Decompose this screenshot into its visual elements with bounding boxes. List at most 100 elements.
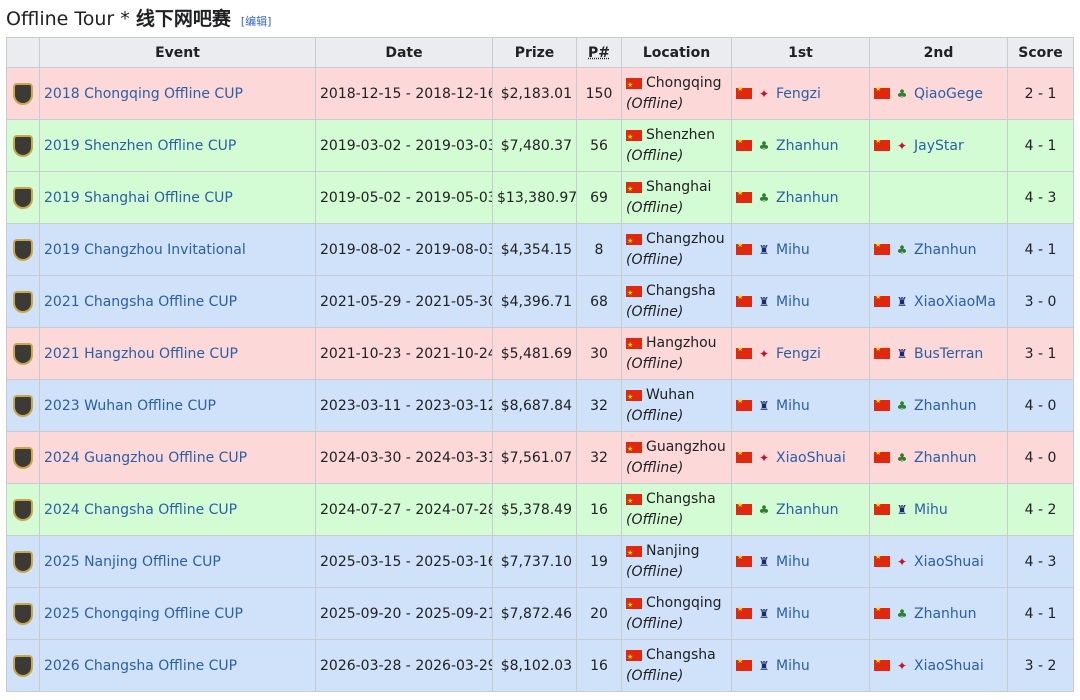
player-name-link[interactable]: Zhanhun [914, 242, 977, 258]
event-type: (Offline) [626, 251, 684, 268]
header-date[interactable]: Date [315, 37, 493, 68]
player-name-link[interactable]: XiaoShuai [914, 554, 984, 570]
prize-cell: $7,561.07 [492, 431, 577, 484]
tournament-logo-icon[interactable] [13, 82, 33, 105]
event-link[interactable]: 2021 Changsha Offline CUP [39, 275, 316, 328]
event-link[interactable]: 2019 Shanghai Offline CUP [39, 171, 316, 224]
tournament-logo-icon[interactable] [13, 602, 33, 625]
first-place-cell: ♜ Mihu [731, 587, 870, 640]
event-type: (Offline) [626, 459, 684, 476]
table-row: 2019 Shanghai Offline CUP 2019-05-02 - 20… [6, 171, 1074, 224]
tournament-logo-icon[interactable] [13, 342, 33, 365]
china-flag-icon [626, 231, 642, 252]
prize-cell: $5,378.49 [492, 483, 577, 536]
players-cell: 56 [576, 119, 622, 172]
player-name-link[interactable]: Mihu [776, 606, 810, 622]
zerg-race-icon: ✦ [896, 658, 908, 673]
tournament-logo-icon[interactable] [13, 550, 33, 573]
china-flag-icon [626, 335, 642, 356]
date-cell: 2019-03-02 - 2019-03-03 [315, 119, 493, 172]
terran-race-icon: ♜ [758, 294, 770, 309]
terran-race-icon: ♜ [896, 346, 908, 361]
second-place-cell: ✦ XiaoShuai [869, 535, 1008, 588]
header-players[interactable]: P# [576, 37, 622, 68]
prize-cell: $7,737.10 [492, 535, 577, 588]
player-name-link[interactable]: BusTerran [914, 346, 983, 362]
event-link[interactable]: 2019 Changzhou Invitational [39, 223, 316, 276]
player-cell: ♜ Mihu [736, 605, 865, 622]
player-name-link[interactable]: Mihu [776, 294, 810, 310]
header-second[interactable]: 2nd [869, 37, 1008, 68]
city-name: Nanjing [646, 542, 700, 559]
event-link[interactable]: 2019 Shenzhen Offline CUP [39, 119, 316, 172]
header-event[interactable]: Event [39, 37, 316, 68]
section-title-cjk: 线下网吧赛 [135, 8, 231, 30]
player-name-link[interactable]: Zhanhun [914, 450, 977, 466]
player-cell: ✦ XiaoShuai [736, 449, 865, 466]
tournament-logo-icon[interactable] [13, 394, 33, 417]
player-name-link[interactable]: XiaoShuai [914, 658, 984, 674]
tournament-logo-icon[interactable] [13, 654, 33, 677]
event-type: (Offline) [626, 303, 684, 320]
terran-race-icon: ♜ [896, 294, 908, 309]
tournament-logo-icon[interactable] [13, 498, 33, 521]
event-link[interactable]: 2023 Wuhan Offline CUP [39, 379, 316, 432]
tournament-logo-cell [6, 67, 40, 120]
player-name-link[interactable]: QiaoGege [914, 86, 983, 102]
player-name-link[interactable]: Mihu [776, 242, 810, 258]
player-name-link[interactable]: Fengzi [776, 86, 821, 102]
event-link[interactable]: 2024 Guangzhou Offline CUP [39, 431, 316, 484]
header-prize[interactable]: Prize [492, 37, 577, 68]
section-heading: Offline Tour * 线下网吧赛 [编辑] [6, 4, 271, 30]
player-cell: ♜ Mihu [736, 293, 865, 310]
event-link[interactable]: 2018 Chongqing Offline CUP [39, 67, 316, 120]
player-name-link[interactable]: Mihu [776, 658, 810, 674]
player-name-link[interactable]: Mihu [776, 554, 810, 570]
tournament-logo-icon[interactable] [13, 446, 33, 469]
china-flag-icon [874, 137, 890, 151]
date-cell: 2021-10-23 - 2021-10-24 [315, 327, 493, 380]
event-link[interactable]: 2025 Nanjing Offline CUP [39, 535, 316, 588]
player-name-link[interactable]: JayStar [914, 138, 964, 154]
date-cell: 2021-05-29 - 2021-05-30 [315, 275, 493, 328]
tournament-logo-icon[interactable] [13, 238, 33, 261]
tournament-logo-icon[interactable] [13, 134, 33, 157]
header-score[interactable]: Score [1007, 37, 1074, 68]
protoss-race-icon: ♣ [758, 138, 770, 153]
china-flag-icon [736, 553, 752, 567]
table-row: 2018 Chongqing Offline CUP 2018-12-15 - 2… [6, 67, 1074, 120]
china-flag-icon [626, 439, 642, 460]
player-name-link[interactable]: Zhanhun [776, 138, 839, 154]
header-location[interactable]: Location [621, 37, 732, 68]
prize-cell: $4,354.15 [492, 223, 577, 276]
china-flag-icon [736, 293, 752, 307]
tournament-logo-icon[interactable] [13, 186, 33, 209]
player-name-link[interactable]: XiaoXiaoMa [914, 294, 996, 310]
player-cell: ♣ QiaoGege [874, 85, 1003, 102]
china-flag-icon [736, 189, 752, 203]
zerg-race-icon: ✦ [896, 138, 908, 153]
prize-cell: $4,396.71 [492, 275, 577, 328]
table-row: 2023 Wuhan Offline CUP 2023-03-11 - 2023-… [6, 379, 1074, 432]
players-cell: 30 [576, 327, 622, 380]
player-name-link[interactable]: Mihu [776, 398, 810, 414]
player-name-link[interactable]: Zhanhun [776, 502, 839, 518]
edit-link[interactable]: [编辑] [241, 13, 272, 29]
event-link[interactable]: 2026 Changsha Offline CUP [39, 639, 316, 692]
location-cell: Shenzhen (Offline) [621, 119, 732, 172]
header-first[interactable]: 1st [731, 37, 870, 68]
player-cell: ♣ Zhanhun [874, 397, 1003, 414]
date-cell: 2019-05-02 - 2019-05-03 [315, 171, 493, 224]
player-name-link[interactable]: Fengzi [776, 346, 821, 362]
player-name-link[interactable]: Zhanhun [776, 190, 839, 206]
player-cell: ♜ Mihu [736, 553, 865, 570]
player-name-link[interactable]: Mihu [914, 502, 948, 518]
player-name-link[interactable]: Zhanhun [914, 398, 977, 414]
event-link[interactable]: 2021 Hangzhou Offline CUP [39, 327, 316, 380]
event-link[interactable]: 2024 Changsha Offline CUP [39, 483, 316, 536]
player-name-link[interactable]: XiaoShuai [776, 450, 846, 466]
player-name-link[interactable]: Zhanhun [914, 606, 977, 622]
event-link[interactable]: 2025 Chongqing Offline CUP [39, 587, 316, 640]
first-place-cell: ✦ XiaoShuai [731, 431, 870, 484]
tournament-logo-icon[interactable] [13, 290, 33, 313]
